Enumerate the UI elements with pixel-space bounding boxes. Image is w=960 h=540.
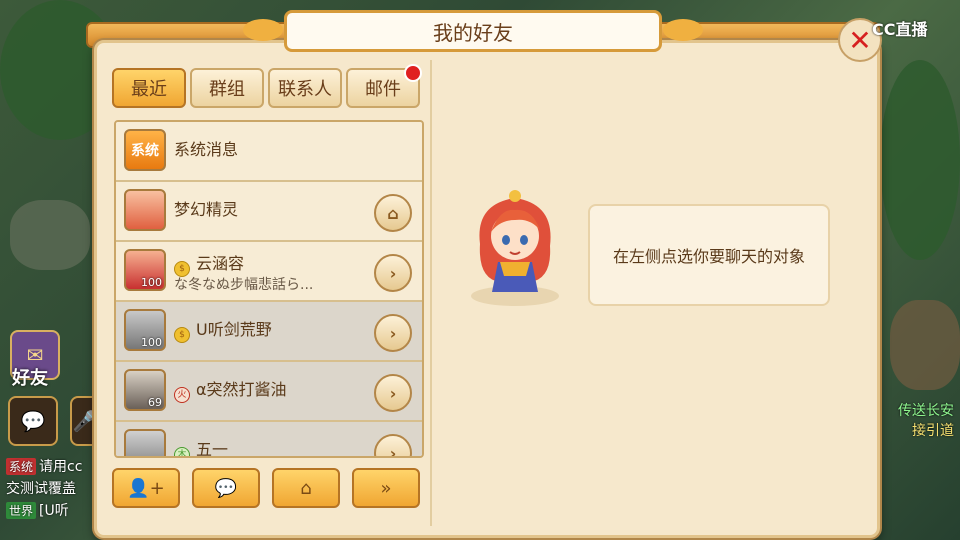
list-item[interactable]: 系统 系统消息 (116, 122, 422, 182)
contact-name: $ 云涵容 (174, 250, 244, 277)
faction-icon: 火 (174, 387, 190, 403)
chat-bubble-icon: 💬 (214, 477, 238, 499)
tab-groups[interactable]: 群组 (190, 68, 264, 108)
chat-line: 交测试覆盖 (6, 478, 76, 498)
contact-name-text: U听剑荒野 (196, 320, 272, 339)
home-button[interactable]: ⌂ (374, 194, 412, 232)
chat-button[interactable]: 💬 (192, 468, 260, 508)
faction-icon: 木 (174, 447, 190, 456)
left-hud: ✉ 好友 💬 🎤 系统 请用cc 交测试覆盖 世界 [U听 (0, 300, 100, 540)
quest-text[interactable]: 接引道 (912, 420, 954, 440)
left-column: 最近 群组 联系人 邮件 系统 系统消息 梦幻精灵 ⌂ 100 $ 云涵容 な冬な… (108, 62, 426, 524)
contact-name: 系统消息 (174, 140, 239, 159)
tab-mail-label: 邮件 (365, 79, 401, 100)
panel-title: 我的好友 (243, 10, 703, 52)
background-foliage (880, 60, 960, 260)
add-friend-button[interactable]: 👤+ (112, 468, 180, 508)
coin-icon: $ (174, 327, 190, 343)
notification-badge (404, 64, 422, 82)
chat-text: 请用cc (39, 459, 83, 475)
open-chat-button[interactable]: › (374, 374, 412, 412)
contact-name-text: 五一 (196, 440, 229, 458)
bottom-toolbar: 👤+ 💬 ⌂ » (112, 468, 424, 512)
home-button[interactable]: ⌂ (272, 468, 340, 508)
list-item[interactable]: 100 $ U听剑荒野 › (116, 302, 422, 362)
contact-name-text: 云涵容 (196, 254, 245, 273)
quest-text[interactable]: 传送长安 (898, 400, 954, 420)
open-chat-button[interactable]: › (374, 434, 412, 458)
avatar (124, 189, 166, 231)
avatar: 100 (124, 309, 166, 351)
open-chat-button[interactable]: › (374, 314, 412, 352)
stream-watermark: CC直播 (872, 20, 928, 39)
open-chat-button[interactable]: › (374, 254, 412, 292)
fairy-character-illustration (471, 190, 559, 306)
chat-tag: 系统 (6, 458, 37, 475)
friends-hud-label: 好友 (12, 368, 48, 389)
chat-tag: 世界 (6, 502, 37, 519)
chat-text: [U听 (39, 503, 69, 519)
chevron-right-icon: › (389, 443, 397, 458)
chat-hint-bubble: 在左侧点选你要聊天的对象 (588, 204, 830, 306)
tab-bar: 最近 群组 联系人 邮件 (108, 64, 426, 112)
avatar: 100 (124, 249, 166, 291)
contact-name: 梦幻精灵 (174, 200, 239, 219)
contact-name: 木五一 (174, 436, 229, 458)
list-item[interactable]: 100 $ 云涵容 な冬なぬ步幅悲話ら... › (116, 242, 422, 302)
chat-hint-text: 在左侧点选你要聊天的对象 (612, 247, 805, 266)
tab-mail[interactable]: 邮件 (346, 64, 422, 108)
home-icon: ⌂ (387, 203, 399, 223)
chevron-right-icon: › (389, 323, 397, 343)
chat-hud-button[interactable]: 💬 (8, 396, 58, 446)
level-label: 100 (141, 276, 162, 289)
panel-divider (430, 60, 432, 526)
close-icon: ✕ (848, 23, 872, 57)
contact-name: 火 α突然打酱油 (174, 376, 287, 403)
system-icon: 系统 (124, 129, 166, 171)
double-chevron-icon: » (380, 477, 392, 499)
home-icon: ⌂ (300, 477, 312, 499)
contact-name-text: α突然打酱油 (196, 380, 287, 399)
list-item[interactable]: 梦幻精灵 ⌂ (116, 182, 422, 242)
level-label: 69 (148, 396, 162, 409)
chat-text: 交测试覆盖 (6, 481, 76, 497)
last-message: な冬なぬ步幅悲話ら... (174, 277, 314, 293)
avatar (124, 429, 166, 456)
tab-recent[interactable]: 最近 (112, 68, 186, 108)
chat-line: 系统 请用cc (6, 456, 82, 476)
avatar: 69 (124, 369, 166, 411)
chevron-right-icon: › (389, 383, 397, 403)
contact-name: $ U听剑荒野 (174, 316, 272, 343)
add-user-icon: 👤+ (127, 477, 165, 499)
more-button[interactable]: » (352, 468, 420, 508)
tab-contacts[interactable]: 联系人 (268, 68, 342, 108)
level-label: 100 (141, 336, 162, 349)
list-item[interactable]: 69 火 α突然打酱油 › (116, 362, 422, 422)
conversation-list[interactable]: 系统 系统消息 梦幻精灵 ⌂ 100 $ 云涵容 な冬なぬ步幅悲話ら... › 1… (114, 120, 424, 458)
chevron-right-icon: › (389, 263, 397, 283)
background-rock (890, 300, 960, 390)
chat-line: 世界 [U听 (6, 500, 69, 520)
background-rock (10, 200, 90, 270)
list-item[interactable]: 木五一 › (116, 422, 422, 458)
